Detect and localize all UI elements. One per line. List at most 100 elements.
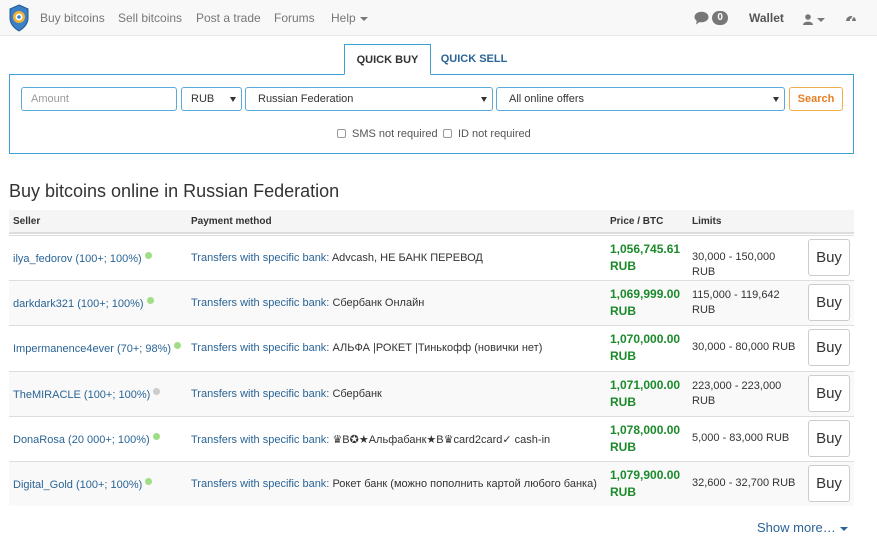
- buy-button[interactable]: Buy: [808, 239, 850, 276]
- select-arrow-icon: [773, 97, 779, 102]
- dashboard-button[interactable]: [845, 12, 857, 26]
- payment-method-link[interactable]: Transfers with specific bank:: [191, 478, 329, 490]
- away-status-dot-icon: [153, 388, 161, 395]
- price-currency: RUB: [610, 440, 636, 454]
- id-not-required-checkbox[interactable]: ID not required: [443, 128, 531, 140]
- show-more-link[interactable]: Show more…: [757, 520, 848, 535]
- user-menu-dropdown[interactable]: [803, 12, 825, 26]
- table-row: TheMIRACLE (100+; 100%) Transfers with sp…: [9, 371, 854, 416]
- tab-quick-sell[interactable]: QUICK SELL: [431, 44, 517, 75]
- price-value: 1,079,900.00: [610, 468, 681, 482]
- nav-buy-bitcoins[interactable]: Buy bitcoins: [40, 11, 105, 25]
- chevron-down-icon: [817, 17, 825, 22]
- seller-link[interactable]: Impermanence4ever (70+; 98%): [13, 342, 182, 355]
- price-currency: RUB: [610, 259, 636, 273]
- nav-help-label: Help: [331, 11, 356, 25]
- show-more-label: Show more…: [757, 520, 836, 535]
- online-status-dot-icon: [144, 252, 152, 259]
- amount-input[interactable]: Amount: [21, 87, 177, 111]
- offers-table-header: Seller Payment method Price / BTC Limits: [9, 210, 854, 234]
- currency-select[interactable]: RUB: [181, 87, 242, 111]
- tab-quick-buy[interactable]: QUICK BUY: [344, 44, 431, 75]
- payment-method-link[interactable]: Transfers with specific bank:: [191, 297, 329, 309]
- limits-value: 115,000 - 119,642 RUB: [692, 289, 780, 316]
- country-value: Russian Federation: [258, 93, 354, 105]
- limits-value: 30,000 - 80,000 RUB: [692, 341, 796, 353]
- payment-cell: Transfers with specific bank: Рокет банк…: [191, 478, 597, 490]
- search-button[interactable]: Search: [789, 87, 843, 111]
- price-currency: RUB: [610, 304, 636, 318]
- price-cell: 1,078,000.00 RUB: [610, 422, 680, 456]
- limits-value: 5,000 - 83,000 RUB: [692, 432, 790, 444]
- buy-button[interactable]: Buy: [808, 420, 850, 457]
- limits-value: 30,000 - 150,000 RUB: [692, 251, 776, 278]
- payment-description: Рокет банк (можно пополнить картой любог…: [332, 478, 597, 490]
- online-status-dot-icon: [174, 342, 182, 349]
- price-cell: 1,079,900.00 RUB: [610, 467, 680, 501]
- seller-link[interactable]: TheMIRACLE (100+; 100%): [13, 388, 161, 401]
- seller-name: Digital_Gold (100+; 100%): [13, 479, 143, 491]
- localbitcoins-logo[interactable]: [8, 4, 30, 32]
- nav-help-dropdown[interactable]: Help: [331, 11, 368, 25]
- user-icon: [803, 14, 813, 26]
- payment-description: Advcash, НЕ БАНК ПЕРЕВОД: [331, 252, 483, 264]
- nav-post-a-trade[interactable]: Post a trade: [196, 11, 261, 25]
- nav-sell-bitcoins[interactable]: Sell bitcoins: [118, 11, 182, 25]
- offers-select[interactable]: All online offers: [496, 87, 785, 111]
- messages-count-badge: 0: [712, 10, 728, 25]
- column-payment-method: Payment method: [191, 216, 272, 227]
- price-value: 1,071,000.00: [610, 378, 681, 392]
- buy-button[interactable]: Buy: [808, 465, 850, 502]
- sms-label: SMS not required: [352, 128, 438, 140]
- sms-not-required-checkbox[interactable]: SMS not required: [337, 128, 438, 140]
- chevron-down-icon: [839, 526, 848, 531]
- nav-forums[interactable]: Forums: [274, 11, 315, 25]
- buy-button[interactable]: Buy: [808, 329, 850, 366]
- price-currency: RUB: [610, 485, 636, 499]
- payment-cell: Transfers with specific bank: Advcash, Н…: [191, 252, 483, 264]
- country-select[interactable]: Russian Federation: [245, 87, 493, 111]
- payment-description: ♛B✪★Альфабанк★B♛card2card✓ cash-in: [332, 434, 551, 446]
- payment-cell: Transfers with specific bank: Сбербанк: [191, 388, 382, 400]
- online-status-dot-icon: [152, 433, 160, 440]
- amount-placeholder: Amount: [31, 93, 69, 105]
- messages-button[interactable]: 0: [694, 10, 728, 25]
- price-cell: 1,056,745.61 RUB: [610, 241, 680, 275]
- buy-button[interactable]: Buy: [808, 375, 850, 412]
- price-value: 1,069,999.00: [610, 287, 681, 301]
- payment-method-link[interactable]: Transfers with specific bank:: [191, 434, 329, 446]
- buy-button[interactable]: Buy: [808, 284, 850, 321]
- select-arrow-icon: [230, 97, 236, 102]
- price-currency: RUB: [610, 395, 636, 409]
- payment-method-link[interactable]: Transfers with specific bank:: [191, 388, 329, 400]
- table-row: ilya_fedorov (100+; 100%) Transfers with …: [9, 235, 854, 280]
- top-navbar: Buy bitcoins Sell bitcoins Post a trade …: [0, 0, 877, 36]
- seller-name: darkdark321 (100+; 100%): [13, 298, 144, 310]
- price-value: 1,070,000.00: [610, 332, 681, 346]
- seller-name: ilya_fedorov (100+; 100%): [13, 253, 142, 265]
- checkbox-box: [337, 129, 346, 138]
- quick-buy-form: Amount RUB Russian Federation All online…: [9, 74, 854, 154]
- table-row: darkdark321 (100+; 100%) Transfers with s…: [9, 280, 854, 325]
- payment-cell: Transfers with specific bank: Сбербанк О…: [191, 297, 424, 309]
- nav-wallet[interactable]: Wallet: [749, 11, 784, 25]
- payment-method-link[interactable]: Transfers with specific bank:: [191, 342, 329, 354]
- price-currency: RUB: [610, 349, 636, 363]
- price-cell: 1,069,999.00 RUB: [610, 286, 680, 320]
- payment-description: Сбербанк Онлайн: [332, 297, 425, 309]
- seller-link[interactable]: darkdark321 (100+; 100%): [13, 297, 154, 310]
- seller-link[interactable]: Digital_Gold (100+; 100%): [13, 478, 153, 491]
- limits-value: 223,000 - 223,000 RUB: [692, 380, 782, 407]
- payment-cell: Transfers with specific bank: ♛B✪★Альфаб…: [191, 433, 550, 446]
- column-limits: Limits: [692, 216, 722, 227]
- online-status-dot-icon: [145, 478, 153, 485]
- payment-method-link[interactable]: Transfers with specific bank:: [191, 252, 329, 264]
- id-label: ID not required: [458, 128, 531, 140]
- select-arrow-icon: [481, 97, 487, 102]
- seller-name: TheMIRACLE (100+; 100%): [13, 389, 151, 401]
- table-row: DonaRosa (20 000+; 100%) Transfers with s…: [9, 416, 854, 461]
- payment-cell: Transfers with specific bank: АЛЬФА |РОК…: [191, 342, 542, 354]
- seller-link[interactable]: ilya_fedorov (100+; 100%): [13, 252, 152, 265]
- payment-description: Сбербанк: [332, 388, 382, 400]
- seller-link[interactable]: DonaRosa (20 000+; 100%): [13, 433, 160, 446]
